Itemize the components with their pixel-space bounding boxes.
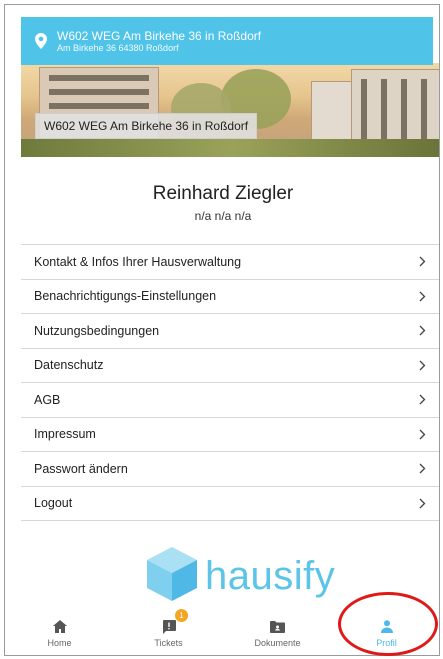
person-icon	[378, 619, 396, 635]
hausify-logo: hausify	[145, 545, 345, 608]
property-address: Am Birkehe 36 64380 Roßdorf	[57, 42, 179, 53]
bottom-navigation: Home 1 Tickets Dokumente Profil	[5, 609, 439, 655]
chevron-right-icon	[417, 393, 427, 407]
profile-menu: Kontakt & Infos Ihrer Hausverwaltung Ben…	[21, 244, 439, 521]
menu-item-label: Impressum	[34, 427, 96, 442]
chevron-right-icon	[417, 324, 427, 338]
property-image: W602 WEG Am Birkehe 36 in Roßdorf	[21, 63, 439, 157]
menu-item-datenschutz[interactable]: Datenschutz	[21, 349, 439, 383]
logo-text: hausify	[205, 553, 336, 598]
ticket-icon	[160, 619, 178, 635]
home-icon	[51, 619, 69, 635]
menu-item-label: Logout	[34, 496, 73, 511]
chevron-right-icon	[417, 462, 427, 476]
profile-name: Reinhard Ziegler	[152, 183, 294, 204]
property-header-text: W602 WEG Am Birkehe 36 in Roßdorf Am Bir…	[57, 29, 261, 54]
menu-item-impressum[interactable]: Impressum	[21, 418, 439, 452]
location-pin-icon	[33, 31, 49, 51]
chevron-right-icon	[417, 255, 427, 269]
nav-label: Dokumente	[254, 637, 301, 648]
tickets-badge: 1	[175, 609, 189, 622]
menu-item-label: Benachrichtigungs-Einstellungen	[34, 289, 217, 304]
chevron-right-icon	[417, 427, 427, 441]
nav-label: Profil	[376, 637, 397, 648]
chevron-right-icon	[417, 496, 427, 510]
menu-item-logout[interactable]: Logout	[21, 487, 439, 521]
nav-home[interactable]: Home	[5, 609, 114, 655]
menu-item-label: Datenschutz	[34, 358, 104, 373]
menu-item-passwort[interactable]: Passwort ändern	[21, 452, 439, 487]
nav-label: Home	[47, 637, 72, 648]
nav-dokumente[interactable]: Dokumente	[223, 609, 332, 655]
menu-item-label: Nutzungsbedingungen	[34, 323, 160, 338]
cube-logo-icon	[145, 545, 199, 608]
menu-item-agb[interactable]: AGB	[21, 383, 439, 418]
property-image-label: W602 WEG Am Birkehe 36 in Roßdorf	[35, 113, 258, 139]
menu-item-nutzungsbedingungen[interactable]: Nutzungsbedingungen	[21, 314, 439, 349]
property-title: W602 WEG Am Birkehe 36 in Roßdorf	[57, 28, 262, 43]
nav-label: Tickets	[154, 637, 183, 648]
menu-item-label: Passwort ändern	[34, 461, 128, 476]
nav-profil[interactable]: Profil	[332, 609, 439, 655]
folder-icon	[269, 619, 287, 635]
chevron-right-icon	[417, 358, 427, 372]
property-header[interactable]: W602 WEG Am Birkehe 36 in Roßdorf Am Bir…	[21, 17, 433, 65]
menu-item-label: Kontakt & Infos Ihrer Hausverwaltung	[34, 254, 242, 269]
menu-item-label: AGB	[34, 392, 61, 407]
menu-item-benachrichtigungen[interactable]: Benachrichtigungs-Einstellungen	[21, 280, 439, 314]
nav-tickets[interactable]: 1 Tickets	[114, 609, 223, 655]
profile-details: n/a n/a n/a	[194, 209, 252, 223]
app-frame: W602 WEG Am Birkehe 36 in Roßdorf Am Bir…	[4, 4, 440, 656]
chevron-right-icon	[417, 289, 427, 303]
menu-item-kontakt[interactable]: Kontakt & Infos Ihrer Hausverwaltung	[21, 245, 439, 280]
